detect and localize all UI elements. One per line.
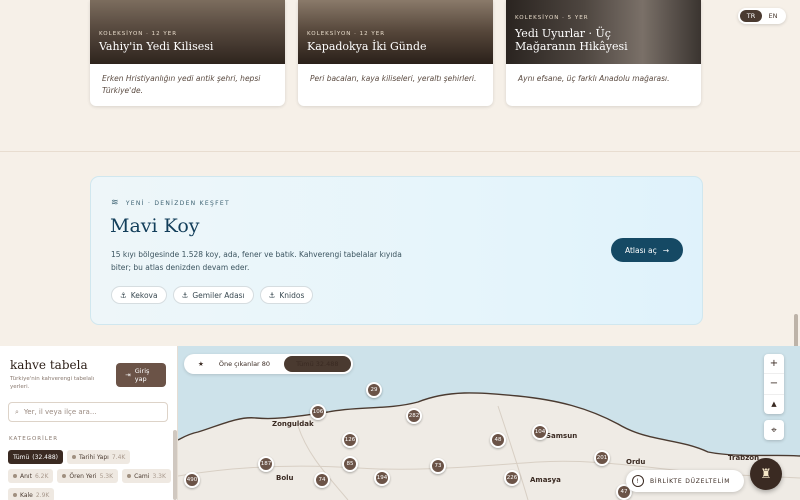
collection-title: Kapadokya İki Günde: [307, 40, 427, 53]
filter-featured[interactable]: ★ Öne çıkanlar 80: [186, 356, 282, 372]
map-cluster[interactable]: 29: [366, 382, 382, 398]
collection-image: KOLEKSİYON · 12 YER Kapadokya İki Günde: [298, 0, 493, 64]
city-label: Amasya: [530, 476, 561, 484]
collection-card[interactable]: KOLEKSİYON · 5 YER Yedi Uyurlar · Üç Mağ…: [506, 0, 701, 106]
collection-meta: KOLEKSİYON · 5 YER: [515, 15, 589, 21]
panel-title: Mavi Koy: [110, 215, 200, 237]
open-atlas-button[interactable]: Atlası aç →: [611, 238, 683, 262]
category-cami[interactable]: Cami 3.3K: [122, 469, 171, 483]
city-label: Trabzon: [728, 454, 760, 462]
map-cluster[interactable]: 74: [314, 472, 330, 488]
lang-tr-button[interactable]: TR: [740, 10, 762, 22]
collection-card[interactable]: KOLEKSİYON · 12 YER Kapadokya İki Günde …: [298, 0, 493, 106]
city-label: Samsun: [546, 432, 578, 440]
zoom-controls: + − ▲: [764, 354, 784, 414]
brand-title: kahve tabela: [10, 358, 88, 372]
section-divider: [0, 151, 800, 152]
locate-button[interactable]: ⌖: [764, 420, 784, 440]
collection-title: Yedi Uyurlar · Üç Mağaranın Hikâyesi: [515, 27, 628, 53]
category-dot-icon: [71, 455, 76, 459]
map-cluster[interactable]: 282: [406, 408, 422, 424]
map-cluster[interactable]: 85: [342, 456, 358, 472]
chip-knidos[interactable]: ⚓ Knidos: [259, 286, 314, 304]
map-cluster[interactable]: 104: [532, 424, 548, 440]
compass-button[interactable]: ▲: [764, 395, 784, 414]
map-cluster[interactable]: 201: [594, 450, 610, 466]
collection-card[interactable]: KOLEKSİYON · 12 YER Vahiy'in Yedi Kilise…: [90, 0, 285, 106]
categories-heading: KATEGORİLER: [9, 436, 59, 442]
city-label: Bolu: [276, 474, 294, 482]
category-kale[interactable]: Kale 2.9K: [8, 488, 55, 500]
star-icon: ★: [198, 360, 204, 368]
brand-tagline: Türkiye'nin kahverengi tabelalı yerleri.: [10, 376, 95, 390]
map-cluster[interactable]: 106: [310, 404, 326, 420]
search-icon: ⌕: [15, 407, 19, 416]
search-input[interactable]: ⌕ Yer, il veya ilçe ara...: [8, 402, 168, 422]
collection-title: Vahiy'in Yedi Kilisesi: [99, 40, 214, 53]
map-cluster[interactable]: 194: [374, 470, 390, 486]
collection-desc: Peri bacaları, kaya kiliseleri, yeraltı …: [310, 74, 477, 83]
edit-together-button[interactable]: ! BİRLİKTE DÜZELTELİM: [626, 470, 744, 492]
category-tarihi-yapi[interactable]: Tarihi Yapı 7.4K: [66, 450, 131, 464]
category-dot-icon: [62, 474, 67, 478]
map-app: kahve tabela Türkiye'nin kahverengi tabe…: [0, 346, 800, 500]
map-canvas[interactable]: ★ Öne çıkanlar 80 Tümü 32.488 Zonguldak T…: [178, 346, 800, 500]
crosshair-icon: ⌖: [771, 424, 777, 436]
info-icon: !: [632, 475, 644, 487]
map-cluster[interactable]: 73: [430, 458, 446, 474]
category-list: Tümü (32.488) Tarihi Yapı 7.4K Anıt 6.2K Ör…: [8, 450, 173, 500]
category-all[interactable]: Tümü (32.488): [8, 450, 63, 464]
zoom-in-button[interactable]: +: [764, 354, 784, 375]
sidebar-scrollbar[interactable]: [173, 430, 177, 500]
anchor-icon: ⚓: [268, 290, 276, 300]
waves-icon: ≋: [111, 198, 120, 208]
category-oren-yeri[interactable]: Ören Yeri 5.3K: [57, 469, 119, 483]
chip-kekova[interactable]: ⚓ Kekova: [111, 286, 167, 304]
map-cluster[interactable]: 187: [258, 456, 274, 472]
arrow-right-icon: →: [662, 245, 669, 255]
collection-image: KOLEKSİYON · 5 YER Yedi Uyurlar · Üç Mağ…: [506, 0, 701, 64]
lang-en-button[interactable]: EN: [762, 10, 784, 22]
category-anit[interactable]: Anıt 6.2K: [8, 469, 54, 483]
zoom-out-button[interactable]: −: [764, 374, 784, 395]
assistant-fab[interactable]: ♜: [750, 458, 782, 490]
collection-desc: Aynı efsane, üç farklı Anadolu mağarası.: [518, 74, 670, 83]
page-scrollbar[interactable]: [794, 314, 798, 350]
collection-desc: Erken Hristiyanlığın yedi antik şehri, h…: [102, 74, 261, 95]
map-cluster[interactable]: 490: [184, 472, 200, 488]
login-icon: ⇥: [125, 371, 131, 379]
mavi-koy-panel: ≋ YENİ · DENİZDEN KEŞFET Mavi Koy 15 kıy…: [90, 176, 703, 325]
login-button[interactable]: ⇥ Giriş yap: [116, 363, 166, 387]
panel-kicker: ≋ YENİ · DENİZDEN KEŞFET: [111, 198, 230, 208]
sidebar: kahve tabela Türkiye'nin kahverengi tabe…: [0, 346, 178, 500]
category-dot-icon: [13, 493, 17, 497]
collection-meta: KOLEKSİYON · 12 YER: [99, 31, 178, 37]
coffee-icon: ♜: [760, 466, 772, 482]
language-toggle[interactable]: TR EN: [738, 8, 786, 24]
category-dot-icon: [13, 474, 17, 478]
city-label: Ordu: [626, 458, 646, 466]
map-cluster[interactable]: 226: [504, 470, 520, 486]
panel-text: 15 kıyı bölgesinde 1.528 koy, ada, fener…: [111, 250, 402, 272]
chip-gemiler-adasi[interactable]: ⚓ Gemiler Adası: [172, 286, 254, 304]
map-filter-toggle[interactable]: ★ Öne çıkanlar 80 Tümü 32.488: [184, 354, 353, 374]
anchor-icon: ⚓: [181, 290, 189, 300]
category-dot-icon: [127, 474, 132, 478]
filter-all[interactable]: Tümü 32.488: [284, 356, 351, 372]
place-chips: ⚓ Kekova ⚓ Gemiler Adası ⚓ Knidos: [111, 286, 314, 304]
collection-meta: KOLEKSİYON · 12 YER: [307, 31, 386, 37]
city-label: Zonguldak: [272, 420, 314, 428]
map-cluster[interactable]: 48: [490, 432, 506, 448]
map-cluster[interactable]: 126: [342, 432, 358, 448]
collection-image: KOLEKSİYON · 12 YER Vahiy'in Yedi Kilise…: [90, 0, 285, 64]
anchor-icon: ⚓: [120, 290, 127, 300]
road: [297, 425, 349, 500]
